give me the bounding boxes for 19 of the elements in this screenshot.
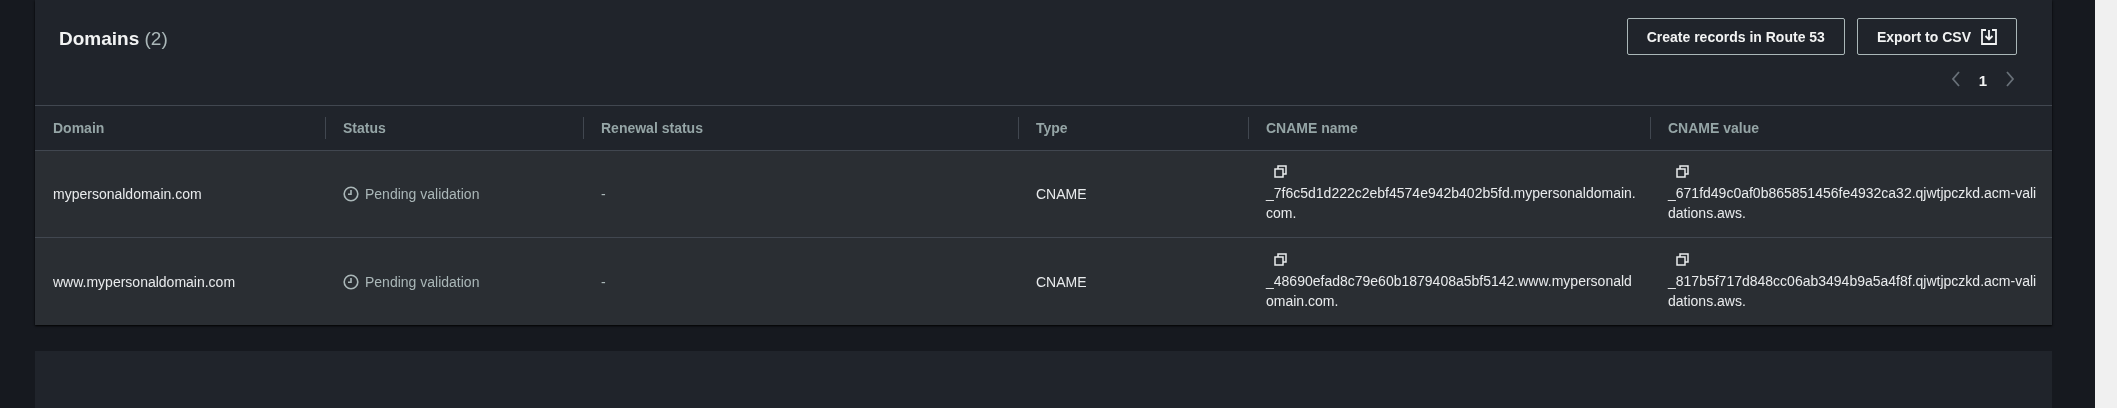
create-records-button[interactable]: Create records in Route 53 [1626, 18, 1845, 55]
status-text: Pending validation [343, 186, 480, 202]
clock-icon [343, 273, 359, 290]
export-button[interactable]: Export to CSV [1856, 18, 2017, 55]
table-cell-text: _817b5f717d848cc06ab3494b9a5a4f8f.qjwtjpczkd.acm-validations.aws. [1668, 271, 2038, 311]
renewal-status-text: - [601, 186, 606, 202]
page-number[interactable]: 1 [1978, 72, 1987, 89]
table-cell-text: _671fd49c0af0b865851456fe4932ca32.qjwtjpczkd.acm-validations.aws. [1668, 184, 2038, 223]
table-cell: CNAME [1036, 186, 1087, 202]
table-cell-text: _48690efad8c79e60b1879408a5bf5142.www.mypersonaldomain.com. [1266, 271, 1633, 311]
table-cell: CNAME [1036, 273, 1087, 290]
clock-icon [343, 186, 359, 202]
table-cell: mypersonaldomain.com [53, 186, 202, 202]
renewal-status-text: - [601, 273, 606, 290]
table-cell: www.mypersonaldomain.com [53, 273, 236, 290]
table-cell-text: _7f6c5d1d222c2ebf4574e942b402b5fd.mypersonaldomain.com. [1266, 184, 1636, 223]
download-icon [1981, 28, 1997, 45]
status-text: Pending validation [343, 273, 480, 290]
panel-title: Domains (2) [59, 28, 168, 51]
